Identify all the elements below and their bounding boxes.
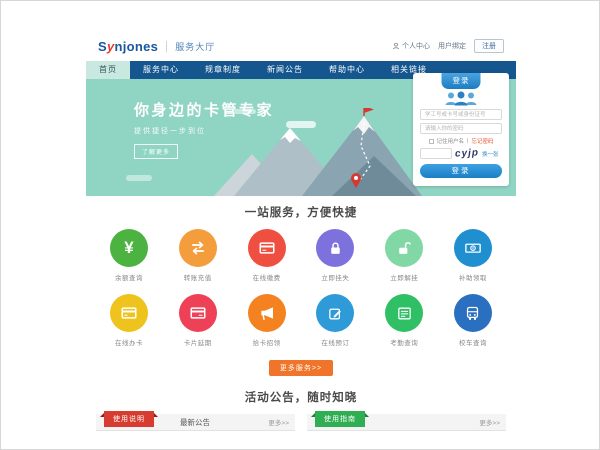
cloud-decoration xyxy=(126,175,152,181)
nav-item-help-center[interactable]: 帮助中心 xyxy=(316,61,378,79)
announcements-section-title: 活动公告，随时知晓 xyxy=(86,389,516,405)
captcha-refresh-link[interactable]: 换一张 xyxy=(482,150,499,158)
unlock-icon xyxy=(385,229,423,267)
nav-item-home[interactable]: 首页 xyxy=(86,61,130,79)
logo-prefix: S xyxy=(98,39,107,54)
card-apply-icon xyxy=(110,294,148,332)
logo-suffix: njones xyxy=(115,39,159,54)
captcha-image: cyjp xyxy=(455,147,480,159)
service-balance-inquiry[interactable]: ¥ 余额查询 xyxy=(100,229,158,282)
register-button[interactable]: 注册 xyxy=(474,39,504,53)
tab-usage-instructions[interactable]: 使用说明 xyxy=(104,411,154,427)
service-unfreeze-card[interactable]: 立即解挂 xyxy=(375,229,433,282)
more-services-wrap: 更多服务>> xyxy=(86,357,516,376)
logo-accent: y xyxy=(107,39,115,54)
password-input[interactable] xyxy=(420,123,502,134)
page-container: Synjones 服务大厅 个人中心 用户绑定 注册 首页 服务中心 规章制度 … xyxy=(86,31,516,431)
site-name: 服务大厅 xyxy=(175,40,215,53)
service-online-payment[interactable]: 在线缴费 xyxy=(238,229,296,282)
nav-item-regulations[interactable]: 规章制度 xyxy=(192,61,254,79)
person-icon xyxy=(392,42,400,50)
yen-icon: ¥ xyxy=(110,229,148,267)
credit-card-icon xyxy=(248,229,286,267)
services-row-1: ¥ 余额查询 转账充值 在线缴费 立即挂失 xyxy=(86,229,516,282)
service-transfer-recharge[interactable]: 转账充值 xyxy=(169,229,227,282)
logo[interactable]: Synjones xyxy=(98,39,158,54)
site-header: Synjones 服务大厅 个人中心 用户绑定 注册 xyxy=(86,31,516,61)
service-online-card-apply[interactable]: 在线办卡 xyxy=(100,294,158,347)
more-services-button[interactable]: 更多服务>> xyxy=(269,360,333,376)
banner-cta-button[interactable]: 了解更多 xyxy=(134,144,178,159)
header-right: 个人中心 用户绑定 注册 xyxy=(392,39,504,53)
banner-subtitle: 提供捷径一步到位 xyxy=(134,126,274,136)
banner-text: 你身边的卡管专家 提供捷径一步到位 了解更多 xyxy=(134,99,274,159)
login-panel: 登录 记住用户名 | 忘记密码 xyxy=(413,73,509,186)
card-renew-icon xyxy=(179,294,217,332)
service-school-bus-inquiry[interactable]: 校车查询 xyxy=(444,294,502,347)
services-section-title: 一站服务，方便快捷 xyxy=(86,204,516,220)
captcha-input[interactable] xyxy=(420,148,452,159)
nav-item-service-center[interactable]: 服务中心 xyxy=(130,61,192,79)
login-tab[interactable]: 登录 xyxy=(442,73,481,89)
transfer-arrows-icon xyxy=(179,229,217,267)
header-divider xyxy=(166,41,167,52)
announcements-columns: 使用说明 最新公告 更多>> 使用指南 更多>> xyxy=(86,414,516,431)
edit-icon xyxy=(316,294,354,332)
screenshot-frame: Synjones 服务大厅 个人中心 用户绑定 注册 首页 服务中心 规章制度 … xyxy=(0,0,600,450)
forgot-password-link[interactable]: 忘记密码 xyxy=(471,137,493,145)
user-binding-label: 用户绑定 xyxy=(438,41,466,51)
service-lost-card-claim[interactable]: 拾卡招领 xyxy=(238,294,296,347)
hero-banner: 你身边的卡管专家 提供捷径一步到位 了解更多 xyxy=(86,79,516,196)
login-submit-button[interactable]: 登录 xyxy=(420,164,502,178)
announcements-left-header: 使用说明 最新公告 更多>> xyxy=(96,414,295,431)
captcha-row: cyjp 换一张 xyxy=(420,148,509,159)
bus-icon xyxy=(454,294,492,332)
tab-user-guide[interactable]: 使用指南 xyxy=(315,411,365,427)
megaphone-icon xyxy=(248,294,286,332)
remember-label: 记住用户名 xyxy=(437,137,465,145)
announcements-right-header: 使用指南 更多>> xyxy=(307,414,506,431)
service-online-booking[interactable]: 在线预订 xyxy=(306,294,364,347)
left-more-link[interactable]: 更多>> xyxy=(268,417,289,427)
services-row-2: 在线办卡 卡片延期 拾卡招领 在线预订 xyxy=(86,294,516,347)
list-icon xyxy=(385,294,423,332)
service-subsidy-collect[interactable]: 补助领取 xyxy=(444,229,502,282)
banner-title: 你身边的卡管专家 xyxy=(134,99,274,120)
remember-checkbox[interactable] xyxy=(429,139,434,144)
options-divider: | xyxy=(467,138,468,144)
users-icon xyxy=(413,91,509,106)
announcements-left-column: 使用说明 最新公告 更多>> xyxy=(96,414,295,431)
personal-center-label: 个人中心 xyxy=(402,41,430,51)
service-attendance-inquiry[interactable]: 考勤查询 xyxy=(375,294,433,347)
username-input[interactable] xyxy=(420,109,502,120)
tab-latest-announcements[interactable]: 最新公告 xyxy=(180,417,210,428)
service-report-loss[interactable]: 立即挂失 xyxy=(306,229,364,282)
user-binding-link[interactable]: 用户绑定 xyxy=(438,41,466,51)
lock-icon xyxy=(316,229,354,267)
announcements-right-column: 使用指南 更多>> xyxy=(307,414,506,431)
right-more-link[interactable]: 更多>> xyxy=(479,417,500,427)
nav-item-news[interactable]: 新闻公告 xyxy=(254,61,316,79)
banknote-icon xyxy=(454,229,492,267)
login-options-row: 记住用户名 | 忘记密码 xyxy=(413,137,509,145)
personal-center-link[interactable]: 个人中心 xyxy=(392,41,430,51)
service-card-extension[interactable]: 卡片延期 xyxy=(169,294,227,347)
